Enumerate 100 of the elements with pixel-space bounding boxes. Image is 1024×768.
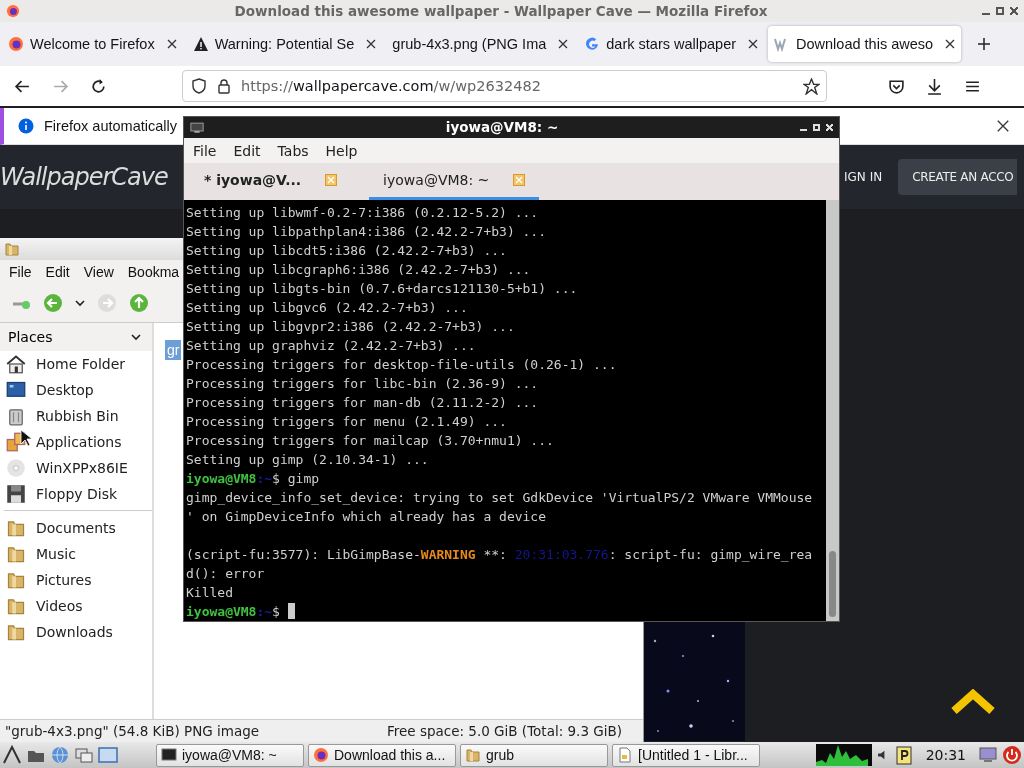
cpu-graph-icon — [815, 744, 872, 766]
google-icon — [584, 36, 601, 52]
sidebar-item[interactable]: Desktop — [0, 377, 152, 403]
terminal-line: Setting up graphviz (2.42.2-7+b3) ... — [186, 337, 477, 355]
terminal-tab[interactable]: * iyowa@V... — [196, 163, 346, 200]
close-button[interactable] — [826, 123, 833, 131]
terminal-line: Killed — [186, 584, 234, 602]
terminal-line: Processing triggers for menu (2.1.49) ... — [186, 413, 508, 431]
terminal-line: Processing triggers for man-db (2.11.2-2) ... — [186, 394, 540, 412]
menu-item[interactable]: Help — [325, 142, 358, 159]
sidebar-item[interactable]: Music — [0, 541, 152, 567]
window-title: Download this awesome wallpaper - Wallpaper Cave — Mozilla Firefox — [233, 3, 769, 19]
terminal-line: Setting up libwmf-0.2-7:i386 (0.2.12-5.2) ... — [186, 204, 540, 222]
terminal-icon — [190, 121, 204, 133]
firefox-icon — [6, 4, 20, 18]
taskbar-button[interactable]: Download this a... — [308, 743, 456, 767]
close-tab-icon[interactable] — [945, 39, 956, 49]
clock[interactable]: 20:31 — [925, 747, 966, 763]
menu-item[interactable]: Bookma — [127, 264, 180, 280]
browser-tab[interactable]: grub-4x3.png (PNG Ima — [386, 26, 575, 62]
sidebar-item[interactable]: Downloads — [0, 619, 152, 645]
menu-item[interactable]: Edit — [233, 142, 261, 159]
menu-item[interactable]: Edit — [45, 264, 70, 280]
maximize-button[interactable] — [996, 7, 1004, 15]
shield-icon — [191, 78, 207, 94]
folder-icon — [4, 241, 20, 257]
sign-in-link[interactable]: IGN IN — [844, 170, 883, 184]
power-icon[interactable] — [1002, 745, 1022, 765]
download-icon[interactable] — [926, 77, 943, 95]
sidebar-item[interactable]: WinXPPx86IE — [0, 455, 152, 481]
up-icon[interactable] — [128, 292, 150, 314]
taskbar-button[interactable]: iyowa@VM8: ~ — [156, 743, 304, 767]
menu-item[interactable]: Tabs — [277, 142, 309, 159]
close-tab-icon[interactable] — [558, 39, 569, 49]
start-menu-icon[interactable] — [2, 745, 22, 765]
folder-icon — [6, 570, 26, 590]
browser-tab[interactable]: dark stars wallpaper — [578, 26, 765, 62]
desktop-icon[interactable] — [98, 745, 118, 765]
terminal-icon — [161, 747, 177, 763]
terminal-line: Setting up libgvpr2:i386 (2.42.2-7+b3) ... — [186, 318, 516, 336]
browser-tab[interactable]: Warning: Potential Se — [186, 26, 383, 62]
pocket-icon[interactable] — [888, 77, 905, 95]
sidebar-item[interactable]: Home Folder — [0, 351, 152, 377]
lock-icon — [216, 78, 232, 94]
terminal-line: ' on GimpDeviceInfo which already has a device — [186, 508, 548, 526]
windows-icon[interactable] — [74, 745, 94, 765]
close-icon[interactable] — [996, 119, 1010, 133]
address-bar[interactable]: https://wallpapercave.com/w/wp2632482 — [182, 70, 827, 102]
close-tab-icon[interactable] — [166, 39, 177, 49]
bookmark-star-icon[interactable] — [803, 77, 820, 95]
terminal-line: gimp_device_info_set_device: trying to set GdkDevice 'VirtualPS/2 VMware VMMouse — [186, 489, 814, 507]
folder-icon — [6, 622, 26, 642]
menu-item[interactable]: File — [193, 142, 217, 159]
menu-item[interactable]: View — [83, 264, 114, 280]
status-text: "grub-4x3.png" (54.8 KiB) PNG image — [5, 723, 260, 739]
document-icon — [617, 747, 633, 763]
menu-item[interactable]: File — [9, 264, 32, 280]
close-button[interactable] — [1010, 7, 1018, 15]
browser-tab[interactable]: Welcome to Firefox — [2, 26, 183, 62]
sidebar-item[interactable]: Pictures — [0, 567, 152, 593]
scrollbar[interactable] — [826, 200, 839, 621]
terminal-line: Processing triggers for mailcap (3.70+nmu1) ... — [186, 432, 555, 450]
terminal-line: iyowa@VM8:~$ — [186, 602, 826, 621]
trash-icon — [6, 406, 26, 426]
terminal-line: Setting up libgvc6 (2.42.2-7+b3) ... — [186, 299, 469, 317]
dropdown-icon[interactable] — [74, 297, 86, 309]
terminal-line: (script-fu:3577): LibGimpBase-WARNING **: 20:31:03.776: script-fu: gimp_wire_rea — [186, 546, 814, 564]
notification-text: Firefox automatically — [44, 118, 177, 134]
firefox-icon — [313, 747, 329, 763]
sidebar-item[interactable]: Documents — [0, 515, 152, 541]
sidebar-item[interactable]: Rubbish Bin — [0, 403, 152, 429]
disc-icon — [6, 458, 26, 478]
folder-icon — [465, 747, 481, 763]
close-tab-icon[interactable] — [366, 39, 377, 49]
site-logo[interactable]: WallpaperCave — [0, 162, 170, 192]
terminal-line: Processing triggers for libc-bin (2.36-9) ... — [186, 375, 540, 393]
taskbar-button[interactable]: grub — [460, 743, 608, 767]
window-title: iyowa@VM8: ~ — [444, 119, 560, 136]
monitor-icon[interactable] — [978, 745, 998, 765]
reload-icon[interactable] — [90, 77, 107, 95]
sidebar-item[interactable]: Floppy Disk — [0, 481, 152, 507]
taskbar-button[interactable]: [Untitled 1 - Libr... — [612, 743, 760, 767]
globe-icon[interactable] — [50, 745, 70, 765]
dropdown-icon — [130, 331, 142, 343]
sidebar-item[interactable]: Videos — [0, 593, 152, 619]
terminal-tab[interactable]: iyowa@VM8: ~ — [369, 163, 540, 200]
free-space-text: Free space: 5.0 GiB (Total: 9.3 GiB) — [386, 723, 622, 739]
scroll-to-top-icon[interactable] — [950, 689, 996, 715]
warning-icon — [192, 36, 209, 52]
terminal-line: Setting up libcgraph6:i386 (2.42.2-7+b3) ... — [186, 261, 532, 279]
terminal-line: Processing triggers for desktop-file-utils (0.26-1) ... — [186, 356, 618, 374]
places-header[interactable]: Places — [0, 323, 152, 351]
browser-tab[interactable]: Download this aweso — [768, 26, 962, 62]
create-account-button[interactable]: CREATE AN ACCO — [898, 159, 1018, 195]
clipboard-icon[interactable] — [893, 745, 914, 765]
new-tab-button[interactable] — [977, 37, 992, 51]
close-tab-icon[interactable] — [748, 39, 759, 49]
terminal-line: Setting up libcdt5:i386 (2.42.2-7+b3) ... — [186, 242, 508, 260]
mouse-cursor-icon — [20, 429, 32, 447]
folder-icon — [6, 596, 26, 616]
